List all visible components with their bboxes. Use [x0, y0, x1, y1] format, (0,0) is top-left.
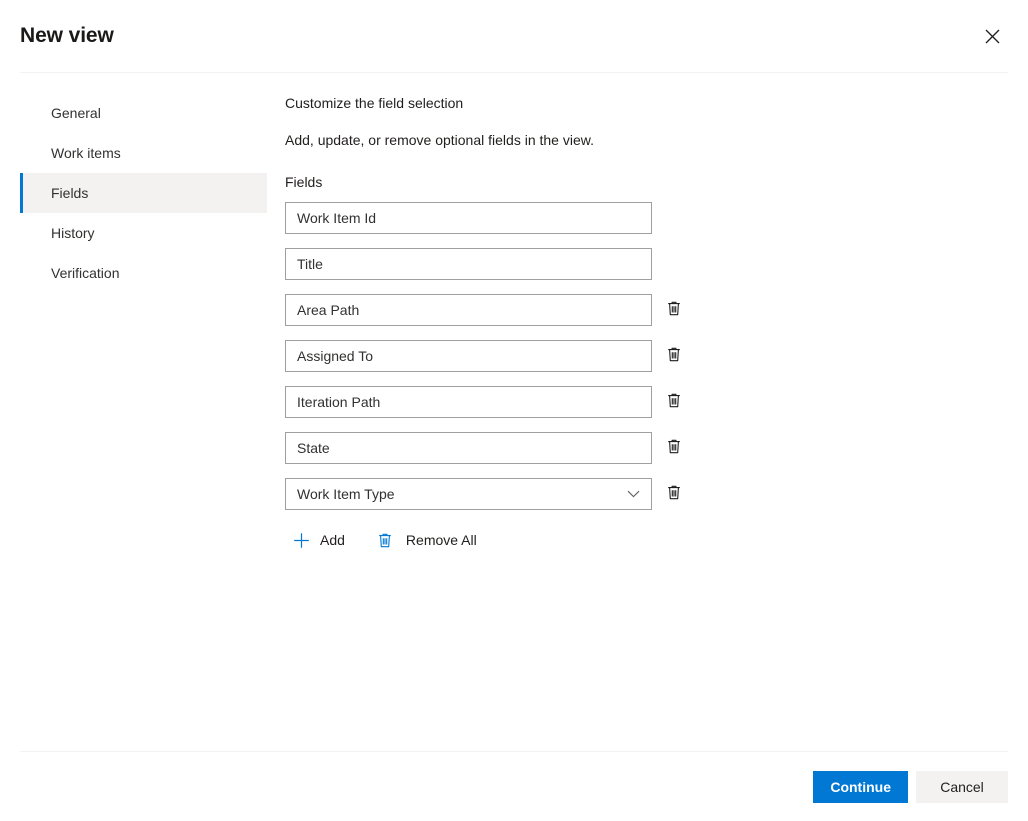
field-delete-button[interactable] [658, 478, 689, 510]
field-delete-button[interactable] [658, 340, 689, 372]
field-row: Area Path [285, 294, 689, 326]
field-value: Assigned To [297, 348, 640, 364]
field-input-state[interactable]: State [285, 432, 652, 464]
fields-list: Work Item Id Title [285, 202, 689, 510]
field-row: Iteration Path [285, 386, 689, 418]
field-row: State [285, 432, 689, 464]
sidebar-item-label: Fields [51, 185, 88, 201]
fields-panel: Customize the field selection Add, updat… [267, 73, 1028, 556]
field-input-area-path[interactable]: Area Path [285, 294, 652, 326]
trash-icon [666, 300, 682, 320]
field-value: Work Item Type [297, 486, 621, 502]
field-input-iteration-path[interactable]: Iteration Path [285, 386, 652, 418]
sidebar-item-history[interactable]: History [20, 213, 267, 253]
field-row: Work Item Type [285, 478, 689, 510]
field-row: Assigned To [285, 340, 689, 372]
dialog-header: New view [0, 0, 1028, 72]
sidebar-item-label: Work items [51, 145, 121, 161]
chevron-down-icon[interactable] [627, 490, 640, 498]
fields-section-label: Fields [285, 172, 1008, 192]
field-value: Iteration Path [297, 394, 640, 410]
sidebar-item-fields[interactable]: Fields [20, 173, 267, 213]
add-field-button[interactable]: Add [285, 524, 353, 556]
field-input-work-item-type[interactable]: Work Item Type [285, 478, 652, 510]
add-field-label: Add [320, 532, 345, 548]
sidebar-item-label: Verification [51, 265, 119, 281]
sidebar-item-label: History [51, 225, 95, 241]
trash-icon [666, 484, 682, 504]
field-input-work-item-id[interactable]: Work Item Id [285, 202, 652, 234]
dialog-footer: Continue Cancel [0, 752, 1028, 821]
field-input-assigned-to[interactable]: Assigned To [285, 340, 652, 372]
new-view-dialog: New view General Work items Fields Histo… [0, 0, 1028, 821]
field-row: Work Item Id [285, 202, 689, 234]
sidebar-item-general[interactable]: General [20, 93, 267, 133]
field-delete-button[interactable] [658, 386, 689, 418]
sidebar-nav: General Work items Fields History Verifi… [20, 73, 267, 293]
close-button[interactable] [970, 14, 1014, 58]
plus-icon [291, 530, 311, 550]
panel-subheading: Add, update, or remove optional fields i… [285, 130, 1008, 150]
dialog-body: General Work items Fields History Verifi… [0, 73, 1028, 751]
trash-icon [666, 346, 682, 366]
field-delete-button[interactable] [658, 432, 689, 464]
trash-icon [375, 530, 395, 550]
field-input-title[interactable]: Title [285, 248, 652, 280]
fields-command-bar: Add Remove All [285, 524, 1008, 556]
trash-icon [666, 438, 682, 458]
sidebar-item-work-items[interactable]: Work items [20, 133, 267, 173]
sidebar-item-verification[interactable]: Verification [20, 253, 267, 293]
close-icon [985, 29, 1000, 44]
field-value: Work Item Id [297, 210, 640, 226]
field-value: Title [297, 256, 640, 272]
field-value: Area Path [297, 302, 640, 318]
continue-button[interactable]: Continue [813, 771, 908, 803]
field-row: Title [285, 248, 689, 280]
field-value: State [297, 440, 640, 456]
cancel-button[interactable]: Cancel [916, 771, 1008, 803]
panel-heading: Customize the field selection [285, 93, 1008, 113]
sidebar-item-label: General [51, 105, 101, 121]
field-delete-button[interactable] [658, 294, 689, 326]
remove-all-button[interactable]: Remove All [369, 524, 485, 556]
remove-all-label: Remove All [406, 532, 477, 548]
page-title: New view [20, 22, 114, 50]
trash-icon [666, 392, 682, 412]
